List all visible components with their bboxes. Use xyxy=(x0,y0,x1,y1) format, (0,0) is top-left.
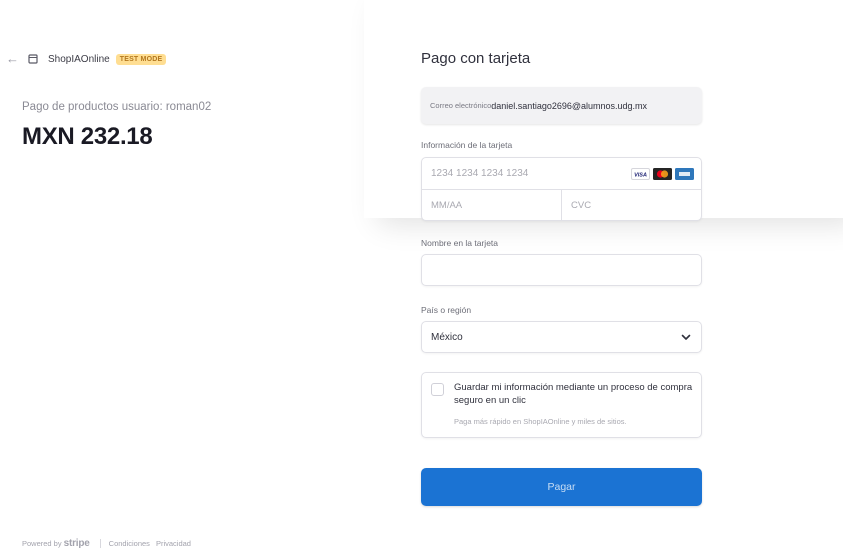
terms-link[interactable]: Condiciones xyxy=(109,539,150,548)
cvc-input[interactable]: CVC xyxy=(562,190,701,220)
store-icon xyxy=(22,50,44,68)
save-info-option[interactable]: Guardar mi información mediante un proce… xyxy=(421,372,702,438)
save-info-subtitle: Paga más rápido en ShopIAOnline y miles … xyxy=(454,417,627,426)
privacy-link[interactable]: Privacidad xyxy=(156,539,191,548)
cardholder-name-input[interactable] xyxy=(421,254,702,286)
save-info-title: Guardar mi información mediante un proce… xyxy=(454,382,693,406)
back-arrow-icon[interactable]: ← xyxy=(6,50,19,68)
visa-icon: VISA xyxy=(631,168,650,180)
card-details-group: 1234 1234 1234 1234 VISA MM/AA CVC xyxy=(421,157,702,221)
order-summary-panel: ← ShopIAOnline TEST MODE Pago de product… xyxy=(0,0,360,549)
expiry-placeholder: MM/AA xyxy=(431,199,463,211)
payment-description: Pago de productos usuario: roman02 xyxy=(22,101,212,113)
cardholder-name-label: Nombre en la tarjeta xyxy=(421,238,499,248)
total-amount: MXN 232.18 xyxy=(22,123,153,150)
cvc-placeholder: CVC xyxy=(571,199,592,211)
test-mode-badge: TEST MODE xyxy=(115,53,167,65)
stripe-logo[interactable]: stripe xyxy=(64,538,90,549)
merchant-header: ← ShopIAOnline TEST MODE xyxy=(6,50,167,68)
footer-divider xyxy=(99,539,101,548)
email-field: Correo electrónico daniel.santiago2696@a… xyxy=(421,87,702,124)
chevron-down-icon xyxy=(681,334,691,340)
form-title: Pago con tarjeta xyxy=(421,50,531,67)
email-label: Correo electrónico xyxy=(430,101,492,110)
card-number-placeholder: 1234 1234 1234 1234 xyxy=(431,168,529,179)
card-info-label: Información de la tarjeta xyxy=(421,140,513,150)
pay-button-label: Pagar xyxy=(547,481,576,493)
svg-text:VISA: VISA xyxy=(634,173,647,179)
store-name: ShopIAOnline xyxy=(48,53,110,65)
mastercard-icon xyxy=(653,168,672,180)
pay-button[interactable]: Pagar xyxy=(421,468,702,506)
card-brands: VISA xyxy=(631,168,694,180)
footer: Powered by stripe Condiciones Privacidad xyxy=(22,538,197,549)
store-glyph xyxy=(28,54,38,64)
country-select[interactable]: México xyxy=(421,321,702,353)
amex-icon xyxy=(675,168,694,180)
email-value: daniel.santiago2696@alumnos.udg.mx xyxy=(491,100,648,111)
country-value: México xyxy=(431,331,463,343)
save-info-checkbox[interactable] xyxy=(431,383,444,396)
expiry-input[interactable]: MM/AA xyxy=(422,190,562,220)
country-label: País o región xyxy=(421,305,472,315)
powered-by-label: Powered by xyxy=(22,539,62,548)
card-number-input[interactable]: 1234 1234 1234 1234 VISA xyxy=(422,158,701,190)
